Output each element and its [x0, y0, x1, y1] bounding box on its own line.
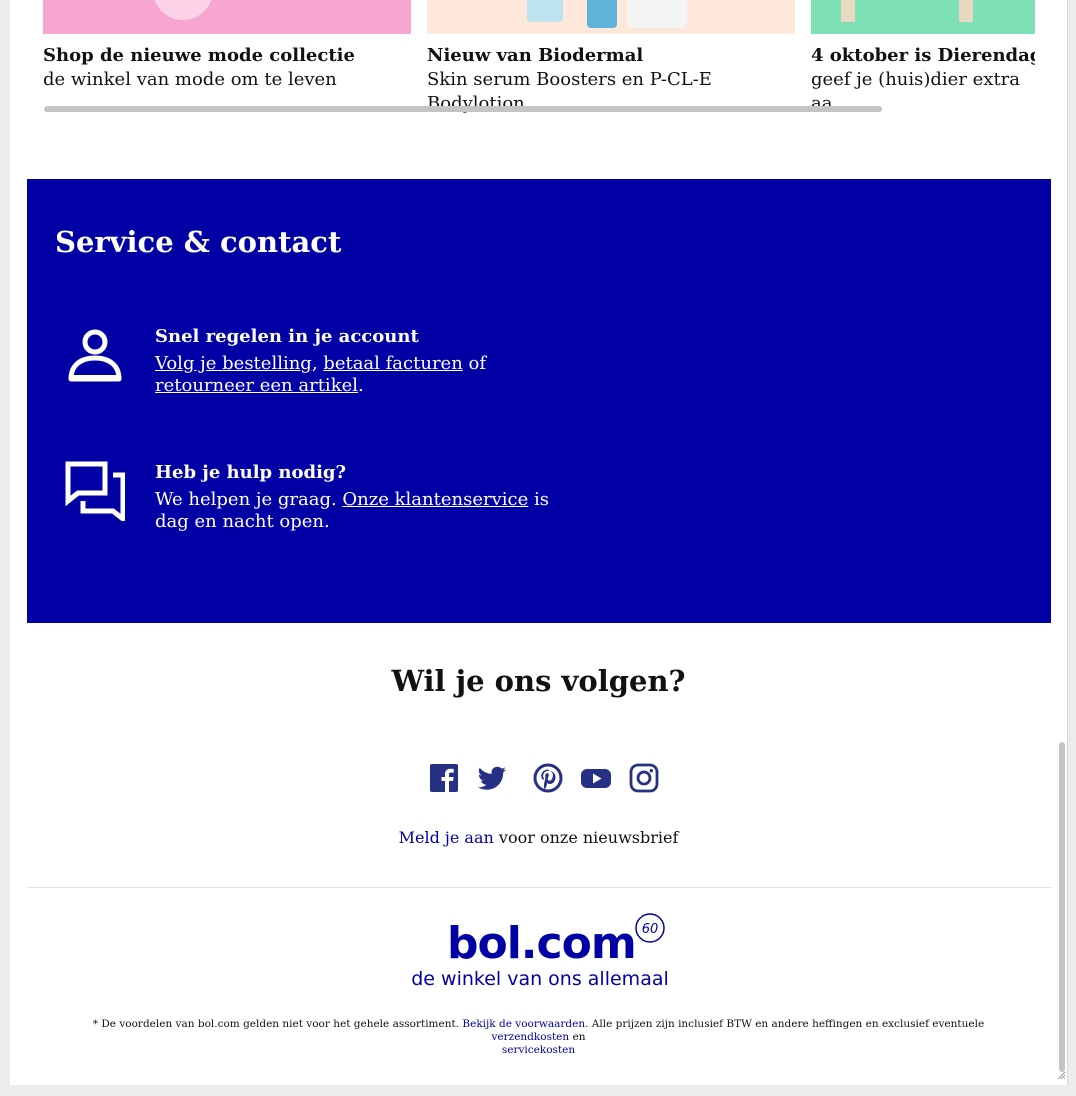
page-scrollbar[interactable] [1059, 742, 1065, 1072]
pay-invoices-link[interactable]: betaal facturen [323, 353, 463, 374]
promo-image [427, 0, 795, 34]
period-text: . [358, 375, 364, 396]
newsletter-line: Meld je aan voor onze nieuwsbrief [10, 828, 1067, 847]
service-contact-section: Service & contact Snel regelen in je acc… [27, 179, 1051, 623]
pinterest-icon[interactable] [532, 762, 564, 794]
promo-title: Nieuw van Biodermal [427, 45, 644, 66]
user-icon [68, 329, 122, 382]
and-text: en [572, 1031, 586, 1043]
help-title: Heb je hulp nodig? [155, 462, 347, 483]
account-text: Snel regelen in je account Volg je beste… [155, 325, 585, 397]
promo-image [811, 0, 1035, 34]
logo-tagline: de winkel van ons allemaal [411, 968, 669, 990]
footer-disclaimer: * De voordelen van bol.com gelden niet v… [70, 1018, 1007, 1057]
chat-icon [65, 461, 125, 521]
disclaimer-text: . Alle prijzen zijn inclusief BTW en and… [585, 1018, 985, 1030]
follow-heading: Wil je ons volgen? [391, 664, 686, 698]
instagram-icon[interactable] [628, 762, 660, 794]
newsletter-signup-link[interactable]: Meld je aan [399, 828, 494, 847]
help-text: Heb je hulp nodig? We helpen je graag. O… [155, 461, 585, 533]
promo-carousel: Shop de nieuwe mode collectie de winkel … [10, 0, 1067, 120]
youtube-icon[interactable] [580, 762, 612, 794]
return-item-link[interactable]: retourneer een artikel [155, 375, 358, 396]
terms-link[interactable]: Bekijk de voorwaarden [462, 1018, 585, 1030]
promo-title: 4 oktober is Dierendag [811, 45, 1035, 66]
page-frame: Shop de nieuwe mode collectie de winkel … [10, 0, 1068, 1085]
promo-subtitle: de winkel van mode om te leven [43, 69, 337, 90]
anniversary-badge-icon: 60 [635, 913, 665, 943]
service-costs-link[interactable]: servicekosten [502, 1044, 575, 1056]
footer-divider [27, 887, 1051, 888]
disclaimer-text: * De voordelen van bol.com gelden niet v… [92, 1018, 460, 1030]
bolcom-logo[interactable]: bol.com 60 de winkel van ons allemaal [410, 910, 670, 1000]
badge-text: 60 [642, 922, 659, 937]
promo-image [43, 0, 411, 34]
carousel-scrollbar[interactable] [44, 106, 882, 112]
facebook-icon[interactable] [428, 762, 460, 794]
promo-card-mode[interactable]: Shop de nieuwe mode collectie de winkel … [43, 0, 411, 92]
promo-card-biodermal[interactable]: Nieuw van Biodermal Skin serum Boosters … [427, 0, 795, 116]
help-description: We helpen je graag. Onze klantenservice … [155, 489, 585, 533]
separator-text: , [311, 353, 318, 374]
track-order-link[interactable]: Volg je bestelling [155, 353, 312, 374]
shipping-costs-link[interactable]: verzendkosten [492, 1031, 570, 1043]
promo-title: Shop de nieuwe mode collectie [43, 45, 355, 66]
promo-card-dierendag[interactable]: 4 oktober is Dierendag geef je (huis)die… [811, 0, 1035, 116]
help-pre-text: We helpen je graag. [155, 489, 337, 510]
newsletter-text: voor onze nieuwsbrief [498, 828, 679, 847]
or-text: of [468, 353, 487, 374]
customer-service-link[interactable]: Onze klantenservice [342, 489, 528, 510]
twitter-icon[interactable] [476, 762, 508, 794]
service-heading: Service & contact [55, 225, 342, 259]
logo-wordmark: bol.com [447, 918, 637, 969]
resize-handle-icon[interactable] [1056, 1070, 1066, 1080]
account-title: Snel regelen in je account [155, 326, 419, 347]
account-description: Volg je bestelling, betaal facturen of re… [155, 353, 585, 397]
